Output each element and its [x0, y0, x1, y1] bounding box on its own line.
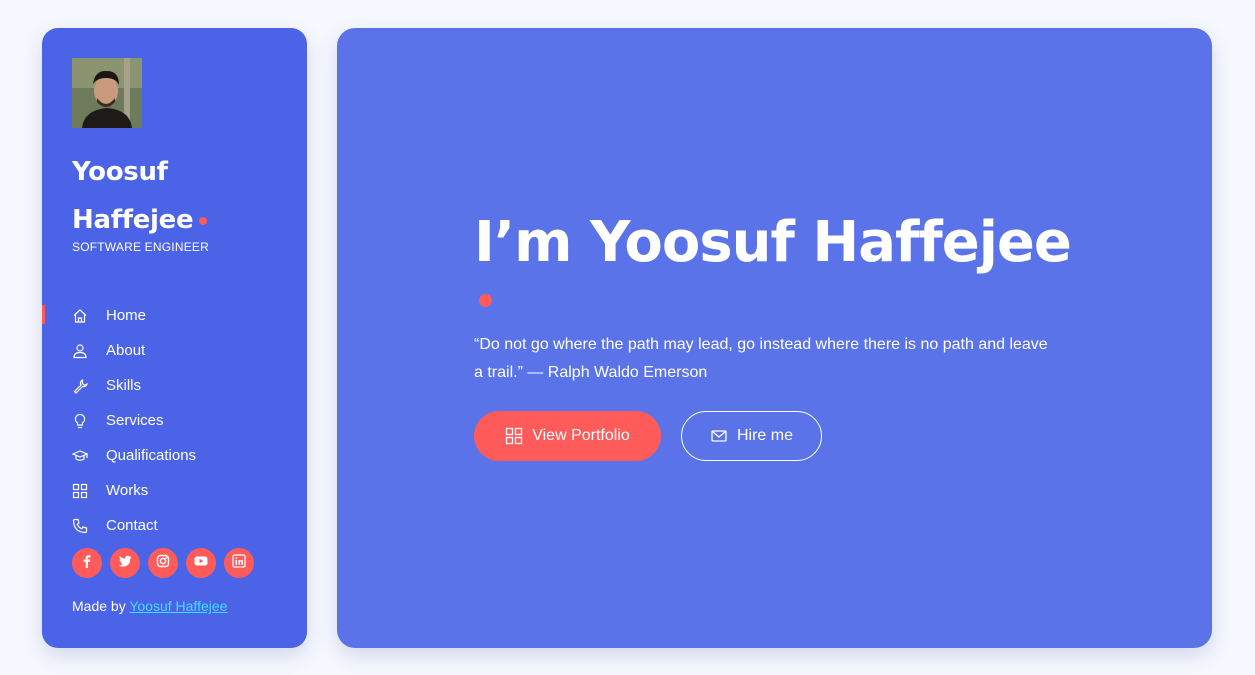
nav-item-skills[interactable]: Skills: [42, 368, 307, 403]
instagram-icon: [156, 554, 170, 573]
hire-me-label: Hire me: [736, 427, 793, 444]
wrench-icon: [72, 378, 88, 394]
grid-icon: [72, 483, 88, 499]
instagram-link[interactable]: [148, 548, 178, 578]
view-portfolio-label: View Portfolio: [532, 427, 630, 444]
nav-item-label: Home: [106, 307, 147, 324]
nav-item-label: Works: [106, 482, 149, 499]
linkedin-link[interactable]: [224, 548, 254, 578]
nav-item-label: Contact: [106, 517, 158, 534]
credit-line: Made by Yoosuf Haffejee: [72, 598, 227, 614]
user-icon: [72, 343, 88, 359]
nav-item-label: Services: [106, 412, 164, 429]
youtube-icon: [194, 554, 208, 573]
hire-me-button[interactable]: Hire me: [681, 411, 822, 461]
phone-icon: [72, 518, 88, 534]
credit-link[interactable]: Yoosuf Haffejee: [129, 598, 227, 614]
nav-item-label: About: [106, 342, 146, 359]
nav-item-qualifications[interactable]: Qualifications: [42, 438, 307, 473]
twitter-icon: [118, 554, 132, 573]
credit-prefix: Made by: [72, 598, 126, 614]
hero-accent-dot: [479, 294, 492, 307]
linkedin-icon: [232, 553, 246, 573]
nav-item-label: Skills: [106, 377, 142, 394]
twitter-link[interactable]: [110, 548, 140, 578]
name-first: Yoosuf: [72, 157, 168, 187]
nav-item-services[interactable]: Services: [42, 403, 307, 438]
mail-icon: [710, 427, 728, 445]
grid-icon: [505, 427, 523, 445]
view-portfolio-button[interactable]: View Portfolio: [474, 411, 661, 461]
hero-quote: “Do not go where the path may lead, go i…: [474, 336, 1048, 381]
accent-dot: [199, 216, 208, 225]
nav-item-works[interactable]: Works: [42, 473, 307, 508]
nav-item-about[interactable]: About: [42, 333, 307, 368]
social-links: [72, 548, 254, 578]
lightbulb-icon: [72, 413, 88, 429]
name-last: Haffejee: [72, 205, 194, 235]
profile-name: Yoosuf Haffejee: [72, 148, 272, 244]
nav-item-contact[interactable]: Contact: [42, 508, 307, 543]
youtube-link[interactable]: [186, 548, 216, 578]
hero-title: I’m Yoosuf Haffejee: [474, 210, 1072, 275]
avatar: [72, 58, 142, 128]
nav-item-label: Qualifications: [106, 447, 197, 464]
home-icon: [72, 308, 88, 324]
hero-section: I’m Yoosuf Haffejee “Do not go where the…: [337, 28, 1212, 648]
facebook-icon: [80, 554, 94, 573]
graduation-cap-icon: [72, 448, 88, 464]
sidebar-nav: Home About Skills Services Qualification…: [42, 298, 307, 543]
profile-role: SOFTWARE ENGINEER: [72, 240, 209, 254]
nav-item-home[interactable]: Home: [42, 298, 307, 333]
sidebar: Yoosuf Haffejee SOFTWARE ENGINEER Home A…: [42, 28, 307, 648]
facebook-link[interactable]: [72, 548, 102, 578]
